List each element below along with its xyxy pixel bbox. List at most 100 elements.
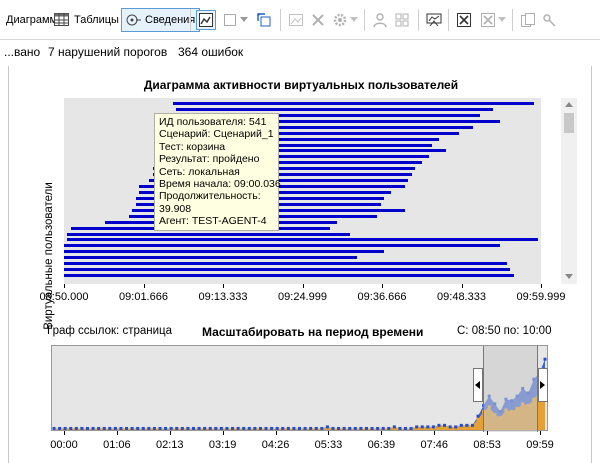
report-icon bbox=[426, 13, 442, 27]
zoom-selection-window[interactable] bbox=[483, 346, 538, 432]
user-activity-bar[interactable] bbox=[67, 232, 351, 236]
summary-label: Сведения bbox=[145, 14, 196, 26]
zoom-data-point bbox=[370, 426, 374, 430]
toolbar-separator bbox=[448, 9, 449, 31]
zoom-axis-tick-label: 07:46 bbox=[420, 439, 448, 451]
user-activity-bar[interactable] bbox=[64, 268, 511, 272]
user-activity-bar[interactable] bbox=[173, 102, 535, 105]
report-button[interactable] bbox=[424, 10, 444, 30]
zoom-data-point bbox=[314, 426, 318, 430]
zoom-data-point bbox=[476, 414, 480, 418]
user-activity-bar[interactable] bbox=[176, 107, 494, 111]
zoom-data-point bbox=[125, 426, 129, 430]
zoom-data-point bbox=[398, 426, 402, 430]
zoom-data-point bbox=[543, 357, 547, 361]
copy-button bbox=[518, 10, 538, 30]
toolbar: Диаграммы Таблицы Сведения bbox=[0, 0, 600, 40]
zoom-data-point bbox=[169, 426, 173, 430]
zoom-axis-tick-label: 01:06 bbox=[103, 439, 131, 451]
user-activity-bar[interactable] bbox=[64, 262, 507, 266]
x-axis-tick bbox=[64, 284, 65, 288]
zoom-data-point bbox=[130, 426, 134, 430]
activity-vertical-scrollbar[interactable] bbox=[561, 98, 577, 284]
zoom-data-point bbox=[437, 423, 441, 427]
users-icon bbox=[373, 13, 387, 28]
zoom-data-point bbox=[219, 426, 223, 430]
zoom-data-point bbox=[119, 426, 123, 430]
zoom-axis-tick bbox=[487, 431, 489, 435]
export-button[interactable] bbox=[254, 10, 274, 30]
toolbar-separator bbox=[190, 9, 191, 31]
user-activity-bar[interactable] bbox=[64, 250, 385, 254]
zoom-data-point bbox=[309, 426, 313, 430]
x-axis-tick-label: 09:48.333 bbox=[437, 291, 486, 303]
zoom-data-point bbox=[454, 425, 458, 429]
zoom-data-point bbox=[443, 423, 447, 427]
scrollbar-track bbox=[564, 102, 574, 279]
user-activity-bar[interactable] bbox=[64, 244, 501, 248]
zoom-data-point bbox=[175, 426, 179, 430]
tooltip-line: ИД пользователя: 541 bbox=[159, 116, 267, 128]
toolbar-separator bbox=[418, 9, 419, 31]
errors-link[interactable]: 364 ошибок bbox=[178, 45, 243, 59]
zoom-data-point bbox=[465, 423, 469, 427]
zoom-data-point bbox=[303, 426, 307, 430]
zoom-data-point bbox=[147, 426, 151, 430]
zoom-data-point bbox=[275, 426, 279, 430]
zoom-axis-tick-label: 05:33 bbox=[314, 439, 343, 451]
excel-dropdown bbox=[496, 10, 508, 30]
zoom-data-point bbox=[415, 425, 419, 429]
zoom-data-point bbox=[102, 426, 106, 430]
gear-icon bbox=[333, 13, 347, 27]
zoom-data-point bbox=[152, 426, 156, 430]
zoom-axis-tick-label: 00:00 bbox=[50, 439, 78, 451]
user-activity-bar[interactable] bbox=[64, 274, 514, 278]
excel-icon bbox=[481, 13, 495, 27]
tables-tab[interactable]: Таблицы bbox=[54, 8, 119, 32]
zoom-data-point bbox=[292, 426, 296, 430]
copy-icon bbox=[521, 13, 535, 27]
delete-button bbox=[308, 10, 328, 30]
x-axis-tick bbox=[382, 284, 383, 288]
x-axis-tick-label: 09:59.999 bbox=[516, 291, 566, 303]
zoom-data-point bbox=[381, 426, 385, 430]
x-axis-tick-label: 09:13.333 bbox=[198, 291, 248, 303]
dropdown-arrow[interactable] bbox=[238, 10, 250, 30]
zoom-chart-plot[interactable] bbox=[51, 345, 548, 432]
threshold-violations-link[interactable]: 7 нарушений порогов bbox=[48, 45, 167, 59]
zoom-data-point bbox=[387, 426, 391, 430]
zoom-axis-tick bbox=[222, 431, 224, 435]
tables-label: Таблицы bbox=[74, 14, 119, 26]
user-activity-bar[interactable] bbox=[64, 256, 358, 260]
activity-chart-plot[interactable] bbox=[64, 98, 541, 284]
chart-view-button[interactable] bbox=[196, 10, 216, 30]
tooltip-line: Сеть: локальная bbox=[159, 165, 240, 178]
scroll-up-icon bbox=[565, 102, 573, 107]
image-button bbox=[286, 10, 306, 30]
chevron-down-icon bbox=[240, 17, 248, 22]
zoom-axis-tick bbox=[169, 431, 171, 435]
link-button bbox=[540, 10, 560, 30]
summary-tab[interactable]: Сведения bbox=[121, 8, 201, 32]
tooltip-line: Время начала: 09:00.036 bbox=[159, 178, 281, 191]
user-activity-bar[interactable] bbox=[67, 238, 538, 242]
zoom-data-point bbox=[247, 426, 251, 430]
zoom-data-point bbox=[91, 426, 95, 430]
zoom-data-point bbox=[231, 426, 235, 430]
zoom-data-point bbox=[281, 426, 285, 430]
zoom-data-point bbox=[270, 426, 274, 430]
zoom-range-label: С: 08:50 по: 10:00 bbox=[457, 325, 552, 337]
picture-icon bbox=[289, 14, 303, 26]
zoom-data-point bbox=[325, 425, 329, 429]
excel-button[interactable] bbox=[454, 10, 474, 30]
zoom-right-handle[interactable] bbox=[538, 368, 548, 402]
zoom-axis-tick-label: 09:59 bbox=[526, 439, 554, 451]
toolbar-separator bbox=[364, 9, 365, 31]
activity-chart-ylabel: Виртуальные пользователи bbox=[43, 182, 55, 330]
zoom-data-point bbox=[448, 425, 452, 429]
zoom-data-point bbox=[242, 426, 246, 430]
zoom-left-handle[interactable] bbox=[473, 368, 483, 402]
zoom-data-point bbox=[459, 423, 463, 427]
checkbox-view-button[interactable] bbox=[220, 10, 240, 30]
settings-button bbox=[330, 10, 350, 30]
